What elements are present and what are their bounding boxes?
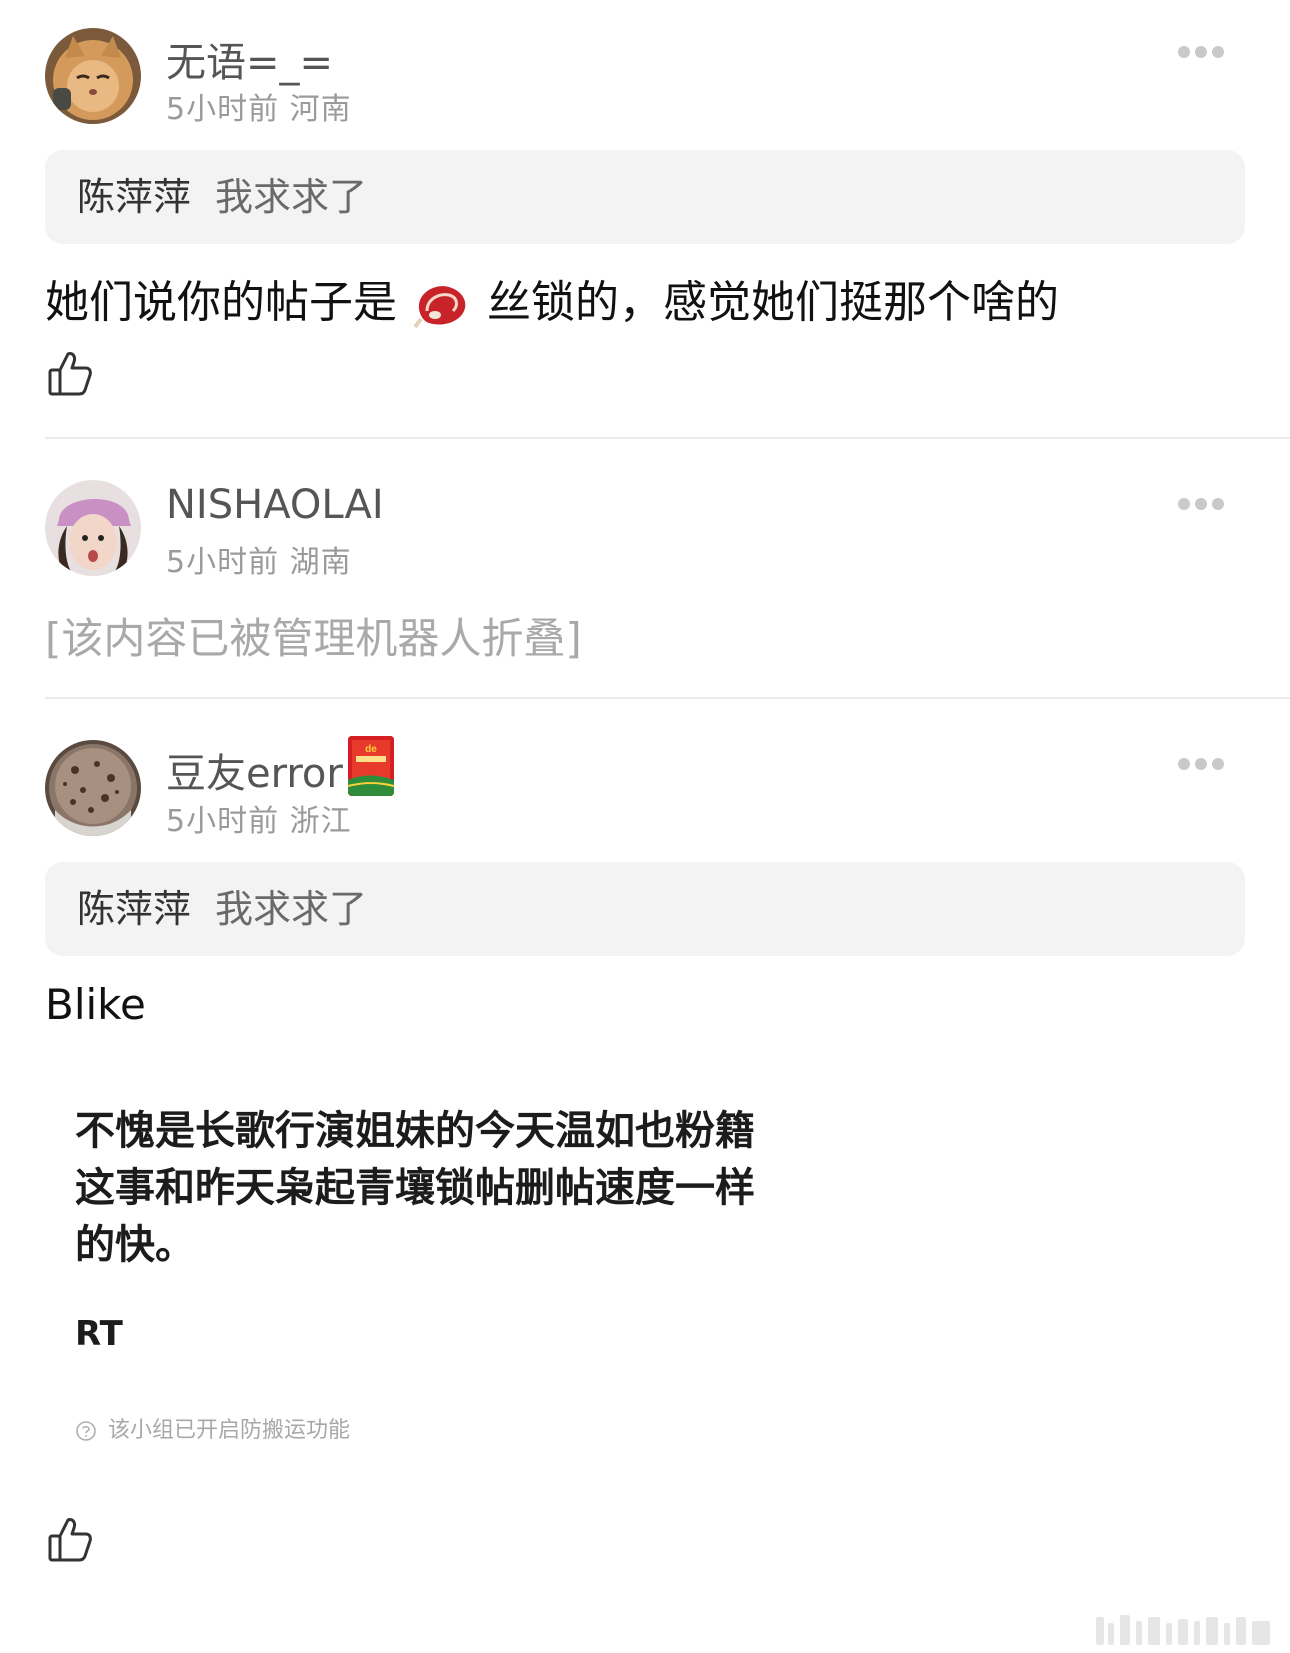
avatar-cake[interactable] (45, 740, 141, 836)
avatar-girl[interactable] (45, 480, 141, 576)
divider (45, 437, 1290, 439)
comment-text-part: 丝锁的，感觉她们挺那个啥的 (487, 277, 1059, 328)
username[interactable]: NISHAOLAI (166, 482, 384, 528)
quoted-text: 我求求了 (215, 175, 368, 219)
red-book-badge-icon[interactable]: de (348, 736, 394, 796)
divider (45, 697, 1290, 699)
comment-text-part: 她们说你的帖子是 (45, 277, 397, 328)
meat-steak-icon (413, 279, 471, 331)
username[interactable]: 豆友error (166, 741, 343, 799)
username[interactable]: 无语=_= (166, 30, 333, 88)
thumbs-up-icon[interactable] (48, 1516, 92, 1562)
comment-text: 她们说你的帖子是 丝锁的，感觉她们挺那个啥的 (45, 266, 1059, 331)
watermark-logo (1090, 1609, 1280, 1649)
quoted-username: 陈萍萍 (77, 175, 192, 219)
quoted-reply[interactable]: 陈萍萍 我求求了 (45, 862, 1245, 956)
embed-note: 该小组已开启防搬运功能 (75, 1412, 350, 1444)
embed-line: 不愧是长歌行演姐妹的今天温如也粉籍 (75, 1108, 755, 1154)
comment-meta: 5小时前 湖南 (166, 545, 352, 580)
embed-note-text: 该小组已开启防搬运功能 (108, 1418, 351, 1443)
comment-meta: 5小时前 浙江 (166, 804, 352, 839)
embedded-screenshot[interactable]: 不愧是长歌行演姐妹的今天温如也粉籍 这事和昨天枭起青壤锁帖删帖速度一样 的快。 … (45, 1098, 825, 1558)
avatar-cat[interactable] (45, 28, 141, 124)
question-circle-icon (75, 1420, 97, 1442)
more-dots-icon[interactable] (1178, 498, 1224, 510)
svg-text:de: de (365, 744, 377, 755)
quoted-username: 陈萍萍 (77, 887, 192, 931)
comment-text: Blike (45, 980, 146, 1029)
embed-line: 这事和昨天枭起青壤锁帖删帖速度一样 (75, 1165, 755, 1211)
embed-rt: RT (75, 1314, 123, 1354)
folded-content-text[interactable]: [该内容已被管理机器人折叠] (45, 605, 582, 666)
comment-meta: 5小时前 河南 (166, 92, 352, 127)
more-dots-icon[interactable] (1178, 758, 1224, 770)
embed-line: 的快。 (75, 1222, 195, 1268)
quoted-reply[interactable]: 陈萍萍 我求求了 (45, 150, 1245, 244)
quoted-text: 我求求了 (215, 887, 368, 931)
thumbs-up-icon[interactable] (48, 350, 92, 396)
more-dots-icon[interactable] (1178, 46, 1224, 58)
